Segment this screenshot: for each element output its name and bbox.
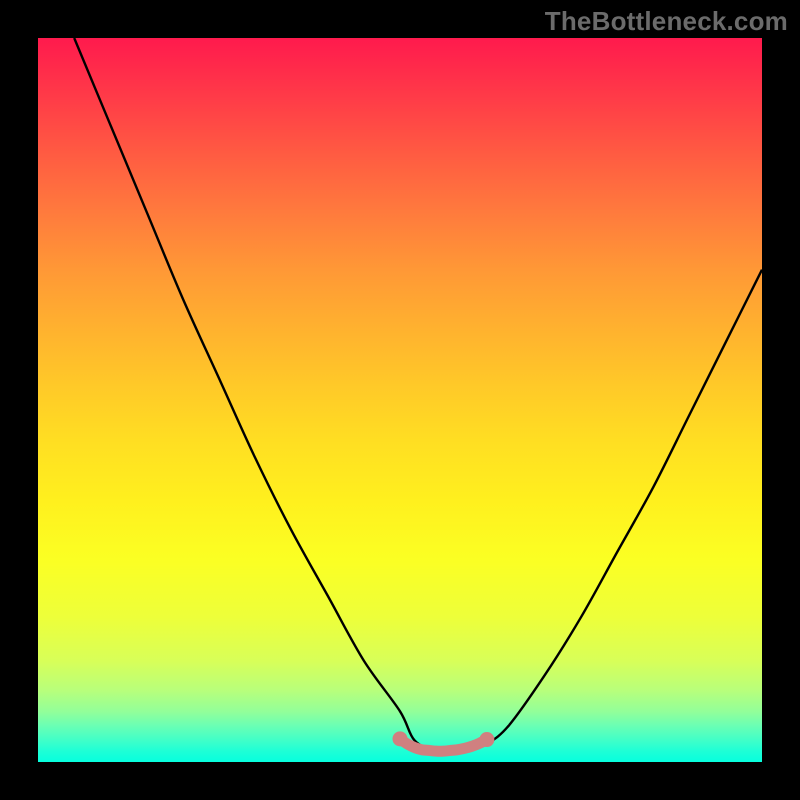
valley-marker-dot (479, 732, 494, 747)
valley-marker-group (393, 731, 495, 751)
watermark-text: TheBottleneck.com (545, 6, 788, 37)
plot-area (38, 38, 762, 762)
curve-layer (38, 38, 762, 762)
bottleneck-curve (74, 38, 762, 752)
valley-marker-dot (393, 731, 408, 746)
chart-container: TheBottleneck.com (0, 0, 800, 800)
valley-marker-path (400, 739, 487, 751)
